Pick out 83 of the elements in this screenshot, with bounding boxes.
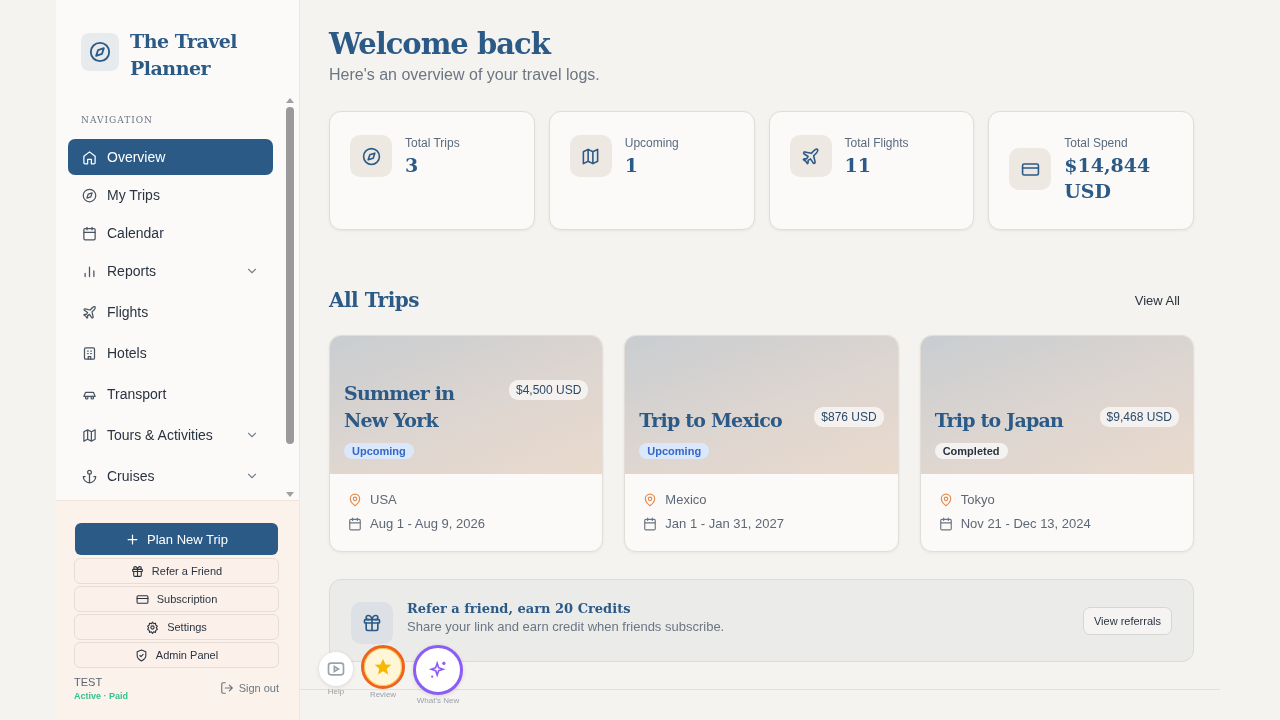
nav-item[interactable]: Calendar <box>68 215 273 251</box>
gift-icon <box>130 564 144 578</box>
referral-text: Share your link and earn credit when friends subscribe. <box>407 619 725 635</box>
sidebar-button[interactable]: Admin Panel <box>74 642 279 668</box>
compass-icon <box>89 41 111 63</box>
shield-check-icon <box>134 648 148 662</box>
trip-card[interactable]: Trip to Mexico $876 USD Upcoming Mexico Jan 1 - Jan 31, 2027 <box>624 335 899 552</box>
plane-icon <box>801 146 820 166</box>
trip-dates: Nov 21 - Dec 13, 2024 <box>960 516 1091 531</box>
credit-card-icon <box>135 592 149 606</box>
trip-title: Trip to Mexico <box>639 408 782 433</box>
nav-item[interactable]: Cruises <box>68 458 273 494</box>
plus-icon <box>125 531 141 547</box>
price-tag: $4,500 USD <box>508 380 589 400</box>
sign-out-icon <box>219 681 234 695</box>
nav-item[interactable]: Transport <box>68 376 273 412</box>
map-icon <box>581 146 601 166</box>
page-subtitle: Here's an overview of your travel logs. <box>329 66 600 84</box>
trip-card[interactable]: Trip to Japan $9,468 USD Completed Tokyo Nov 21 - Dec 13, 2024 <box>919 335 1194 552</box>
price-tag: $876 USD <box>814 407 884 427</box>
calendar-icon <box>643 516 658 531</box>
location-pin-icon <box>643 492 658 507</box>
sign-out-button[interactable]: Sign out <box>219 681 279 695</box>
plan-new-trip-button[interactable]: Plan New Trip <box>75 523 278 555</box>
trip-dates: Jan 1 - Jan 31, 2027 <box>665 516 784 531</box>
price-tag: $9,468 USD <box>1099 407 1179 427</box>
sparkle-icon <box>428 660 448 680</box>
plane-icon <box>82 304 97 320</box>
trip-dates: Aug 1 - Aug 9, 2026 <box>370 516 485 531</box>
trip-title: Trip to Japan <box>934 408 1063 433</box>
app-title: The Travel Planner <box>130 29 239 81</box>
stat-value: 3 <box>405 153 420 178</box>
trip-card[interactable]: Summer in New York $4,500 USD Upcoming USA Aug 1 - Aug 9, 2026 <box>329 335 604 552</box>
sidebar-button[interactable]: Refer a Friend <box>74 558 279 584</box>
trip-title: Summer in New York <box>344 381 456 433</box>
referral-title: Refer a friend, earn 20 Credits <box>407 601 631 617</box>
quick-action-label: Help <box>327 687 345 696</box>
gift-icon <box>362 612 382 633</box>
anchor-icon <box>82 468 97 484</box>
calendar-icon <box>938 516 953 531</box>
view-all-link[interactable]: View All <box>1134 292 1180 308</box>
sidebar-button[interactable]: Subscription <box>74 586 279 612</box>
quick-action-label: What's New <box>416 696 460 705</box>
stat-value: 1 <box>624 153 639 178</box>
building-icon <box>82 345 97 361</box>
trip-location: Tokyo <box>960 492 995 507</box>
section-heading: NAVIGATION <box>80 115 153 125</box>
sidebar-button[interactable]: Settings <box>74 614 279 640</box>
calendar-icon <box>82 225 97 241</box>
calendar-icon <box>348 516 362 531</box>
nav-item[interactable]: Flights <box>68 294 273 330</box>
status-badge: Completed <box>934 443 1008 459</box>
home-icon <box>82 149 97 165</box>
stat-label: Total Flights <box>844 136 909 150</box>
nav-item[interactable]: Tours & Activities <box>68 417 273 453</box>
stat-value: 11 <box>844 153 872 178</box>
location-pin-icon <box>938 492 953 507</box>
stat-label: Upcoming <box>624 136 679 150</box>
star-icon <box>373 657 393 677</box>
section-title: All Trips <box>329 288 419 312</box>
view-referrals-button[interactable]: View referrals <box>1082 606 1172 635</box>
map-icon <box>82 427 97 443</box>
stat-label: Total Trips <box>405 136 460 150</box>
trip-location: Mexico <box>665 492 707 507</box>
trip-location: USA <box>370 492 397 507</box>
quick-action-label: Review <box>369 690 397 699</box>
nav-item[interactable]: Reports <box>68 253 273 289</box>
stat-label: Total Spend <box>1064 136 1128 150</box>
nav-item[interactable]: Overview <box>68 139 273 175</box>
compass-icon <box>82 187 97 203</box>
bar-chart-icon <box>82 263 97 279</box>
location-pin-icon <box>348 492 362 507</box>
settings-icon <box>146 620 160 634</box>
nav-item[interactable]: My Trips <box>68 177 273 213</box>
nav-item[interactable]: Hotels <box>68 335 273 371</box>
play-icon <box>326 659 346 679</box>
page-title: Welcome back <box>329 26 550 62</box>
stat-value: $14,844 USD <box>1064 153 1152 204</box>
status-badge: Upcoming <box>344 443 414 459</box>
account-status: Active · Paid <box>74 691 129 701</box>
status-badge: Upcoming <box>639 443 710 459</box>
compass-icon <box>361 146 381 166</box>
user-name: TEST <box>74 676 103 688</box>
